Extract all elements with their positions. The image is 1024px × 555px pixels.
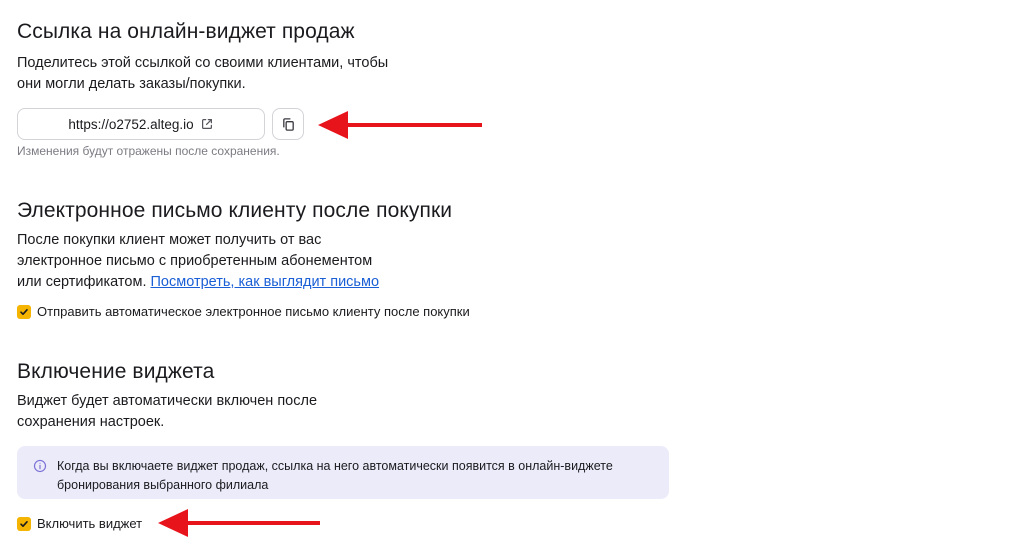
pointer-arrow-copy <box>318 111 482 139</box>
email-desc-line-1: После покупки клиент может получить от в… <box>17 232 322 248</box>
enable-widget-checkbox-row[interactable]: Включить виджет <box>17 516 142 531</box>
enable-widget-checkbox[interactable] <box>17 516 31 531</box>
auto-email-checkbox-label: Отправить автоматическое электронное пис… <box>37 304 470 319</box>
info-text-line-1: Когда вы включаете виджет продаж, ссылка… <box>57 459 613 473</box>
info-notice: Когда вы включаете виджет продаж, ссылка… <box>17 446 669 499</box>
info-text-line-2: бронирования выбранного филиала <box>57 478 269 492</box>
share-link-desc-line-2: они могли делать заказы/покупки. <box>17 76 246 92</box>
checkmark-icon <box>20 308 28 315</box>
copy-link-button[interactable] <box>272 108 304 140</box>
auto-email-checkbox[interactable] <box>17 304 31 319</box>
auto-email-checkbox-row[interactable]: Отправить автоматическое электронное пис… <box>17 304 470 319</box>
enable-widget-checkbox-label: Включить виджет <box>37 516 143 531</box>
email-section-title: Электронное письмо клиенту после покупки <box>17 199 453 222</box>
enable-description: Виджет будет автоматически включен после… <box>17 391 317 433</box>
widget-url-link[interactable]: https://o2752.alteg.io <box>17 108 265 140</box>
info-icon <box>33 459 47 473</box>
email-preview-link[interactable]: Посмотреть, как выглядит письмо <box>151 274 380 290</box>
external-link-icon <box>201 119 212 129</box>
share-link-title: Ссылка на онлайн-виджет продаж <box>17 20 355 43</box>
email-desc-line-3-text: или сертификатом. <box>17 274 151 290</box>
share-link-description: Поделитесь этой ссылкой со своими клиент… <box>17 53 388 95</box>
enable-section-title: Включение виджета <box>17 360 215 383</box>
share-link-desc-line-1: Поделитесь этой ссылкой со своими клиент… <box>17 55 389 71</box>
enable-desc-line-1: Виджет будет автоматически включен после <box>17 393 318 409</box>
checkmark-icon <box>20 520 28 527</box>
copy-icon <box>282 117 294 131</box>
email-desc-line-2: электронное письмо с приобретенным абоне… <box>17 253 373 269</box>
widget-url-text: https://o2752.alteg.io <box>68 116 194 132</box>
enable-desc-line-2: сохранения настроек. <box>17 414 165 430</box>
email-desc-line-3: или сертификатом. Посмотреть, как выгляд… <box>17 272 379 293</box>
email-description: После покупки клиент может получить от в… <box>17 230 379 293</box>
pointer-arrow-enable <box>158 509 320 537</box>
save-hint: Изменения будут отражены после сохранени… <box>17 144 280 158</box>
